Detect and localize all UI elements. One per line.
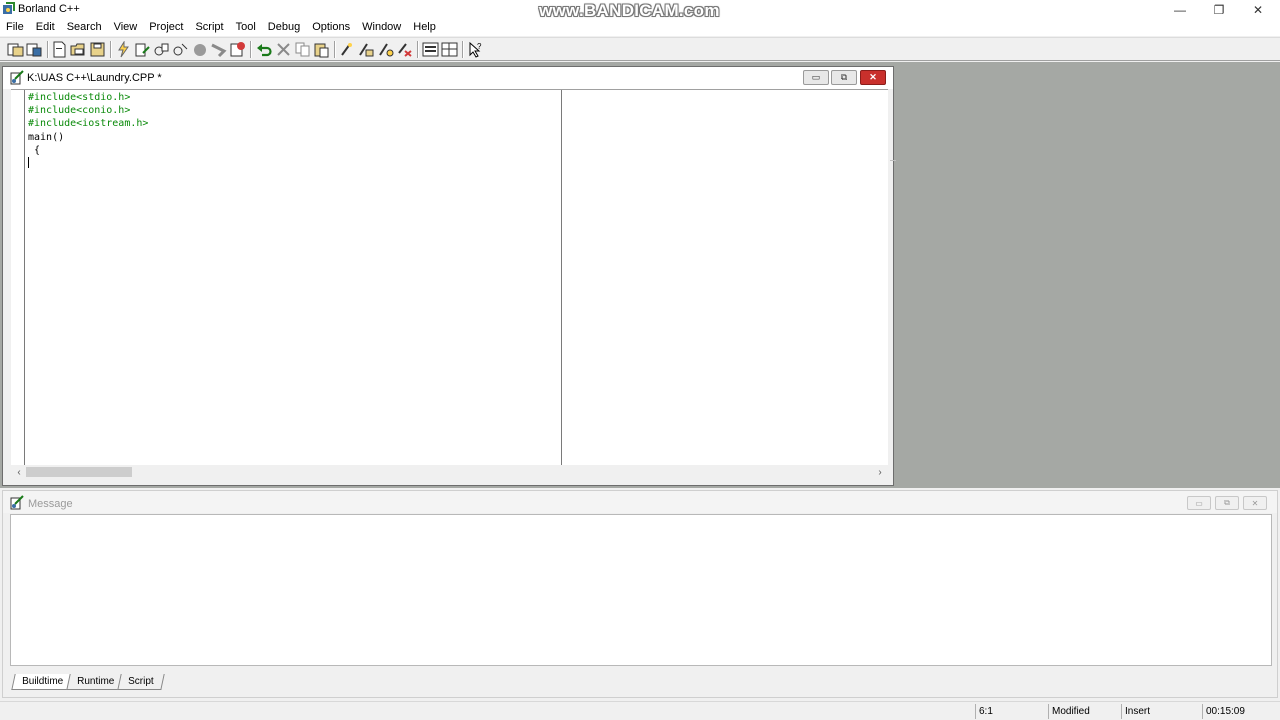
message-window-title: Message [28,498,73,510]
menu-window[interactable]: Window [356,20,407,36]
scroll-thumb[interactable] [26,467,132,477]
scroll-left-icon[interactable]: ‹ [13,466,25,478]
project-save-icon[interactable] [26,41,43,58]
editor-file-path: K:\UAS C++\Laundry.CPP * [27,72,162,84]
code-line[interactable]: #include<iostream.h> [28,117,148,130]
message-tabs: Buildtime Runtime Script [11,674,165,690]
menu-project[interactable]: Project [143,20,189,36]
clock: 00:15:09 [1202,704,1278,719]
step-icon[interactable] [210,41,227,58]
horizontal-scrollbar[interactable]: ‹ › [11,465,888,479]
close-icon: ✕ [1252,3,1264,17]
insert-mode-indicator: Insert [1121,704,1201,719]
right-margin-line [561,90,562,466]
minimize-button[interactable]: — [1160,0,1200,20]
save-file-icon[interactable] [89,41,106,58]
cut-icon[interactable] [275,41,292,58]
svg-text:?: ? [477,42,482,51]
code-line[interactable]: #include<conio.h> [28,104,130,117]
toolbar-separator [110,41,112,58]
open-file-icon[interactable] [70,41,87,58]
status-bar: 6:1 Modified Insert 00:15:09 [0,701,1280,720]
editor-close-button[interactable]: ✕ [860,70,886,85]
help-pointer-icon[interactable]: ? [467,41,484,58]
menu-view[interactable]: View [108,20,144,36]
restore-icon: ❐ [1213,3,1225,17]
code-line[interactable]: #include<stdio.h> [28,91,130,104]
search-again-icon[interactable] [377,41,394,58]
menu-bar: File Edit Search View Project Script Too… [0,20,1280,36]
editor-maximize-button[interactable]: ⧉ [831,70,857,85]
menu-debug[interactable]: Debug [262,20,306,36]
maximize-icon: ⧉ [1224,498,1230,507]
code-editor[interactable]: #include<stdio.h> #include<conio.h> #inc… [11,89,896,466]
title-bar: Borland C++ www.BANDICAM.com — ❐ ✕ [0,0,1280,20]
tab-runtime[interactable]: Runtime [66,674,126,690]
menu-tool[interactable]: Tool [230,20,262,36]
toolbar-separator [334,41,336,58]
replace-icon[interactable] [357,41,374,58]
source-file-icon [10,70,24,85]
maximize-icon: ⧉ [840,72,848,82]
browse-icon[interactable] [396,41,413,58]
toolbar-separator [462,41,464,58]
make-icon[interactable] [115,41,132,58]
paste-icon[interactable] [313,41,330,58]
minimize-icon: — [1174,3,1186,17]
toolbar-separator [250,41,252,58]
tab-script[interactable]: Script [117,674,165,690]
cursor-position: 6:1 [975,704,1047,719]
message-window: Message ▭ ⧉ ✕ Buildtime Runtime Script [2,490,1278,698]
project-open-icon[interactable] [7,41,24,58]
copy-icon[interactable] [294,41,311,58]
close-icon: ✕ [1251,498,1259,508]
minimize-icon: ▭ [1195,498,1203,508]
toolbar-separator [417,41,419,58]
minimize-icon: ▭ [811,72,821,82]
editor-gutter [13,90,25,466]
message-minimize-button[interactable]: ▭ [1187,496,1211,510]
menu-edit[interactable]: Edit [30,20,61,36]
toolbar-separator [47,41,49,58]
editor-window: K:\UAS C++\Laundry.CPP * ▭ ⧉ ✕ #include<… [2,66,896,486]
message-window-icon [10,495,24,510]
undo-icon[interactable] [256,41,273,58]
code-line[interactable]: { [28,144,40,157]
borland-app-icon [3,2,15,14]
breakpoint-icon[interactable] [229,41,246,58]
text-caret [28,157,29,168]
scroll-right-icon[interactable]: › [874,466,886,478]
restore-button[interactable]: ❐ [1199,0,1239,20]
menu-script[interactable]: Script [189,20,229,36]
new-file-icon[interactable] [51,41,68,58]
editor-title-bar: K:\UAS C++\Laundry.CPP * ▭ ⧉ ✕ [3,67,893,89]
message-list[interactable] [10,514,1272,666]
compile-icon[interactable] [153,41,170,58]
run-icon[interactable] [191,41,208,58]
message-title-bar: Message ▭ ⧉ ✕ [3,491,1277,513]
link-icon[interactable] [172,41,189,58]
layout-icon[interactable] [422,41,439,58]
app-title: Borland C++ [18,3,80,15]
table-icon[interactable] [441,41,458,58]
message-maximize-button[interactable]: ⧉ [1215,496,1239,510]
menu-search[interactable]: Search [61,20,108,36]
message-close-button[interactable]: ✕ [1243,496,1267,510]
vertical-scroll-marker [890,160,896,161]
toolbar: ? [0,37,1280,61]
borland-ide-window: Borland C++ www.BANDICAM.com — ❐ ✕ File … [0,0,1280,720]
build-icon[interactable] [134,41,151,58]
find-icon[interactable] [338,41,355,58]
modified-indicator: Modified [1048,704,1120,719]
editor-minimize-button[interactable]: ▭ [803,70,829,85]
recorder-watermark: www.BANDICAM.com [539,1,720,20]
code-line[interactable]: main() [28,131,64,144]
menu-file[interactable]: File [0,20,30,36]
close-button[interactable]: ✕ [1238,0,1278,20]
menu-help[interactable]: Help [407,20,442,36]
tab-buildtime[interactable]: Buildtime [11,674,74,690]
menu-options[interactable]: Options [306,20,356,36]
close-icon: ✕ [869,72,877,82]
